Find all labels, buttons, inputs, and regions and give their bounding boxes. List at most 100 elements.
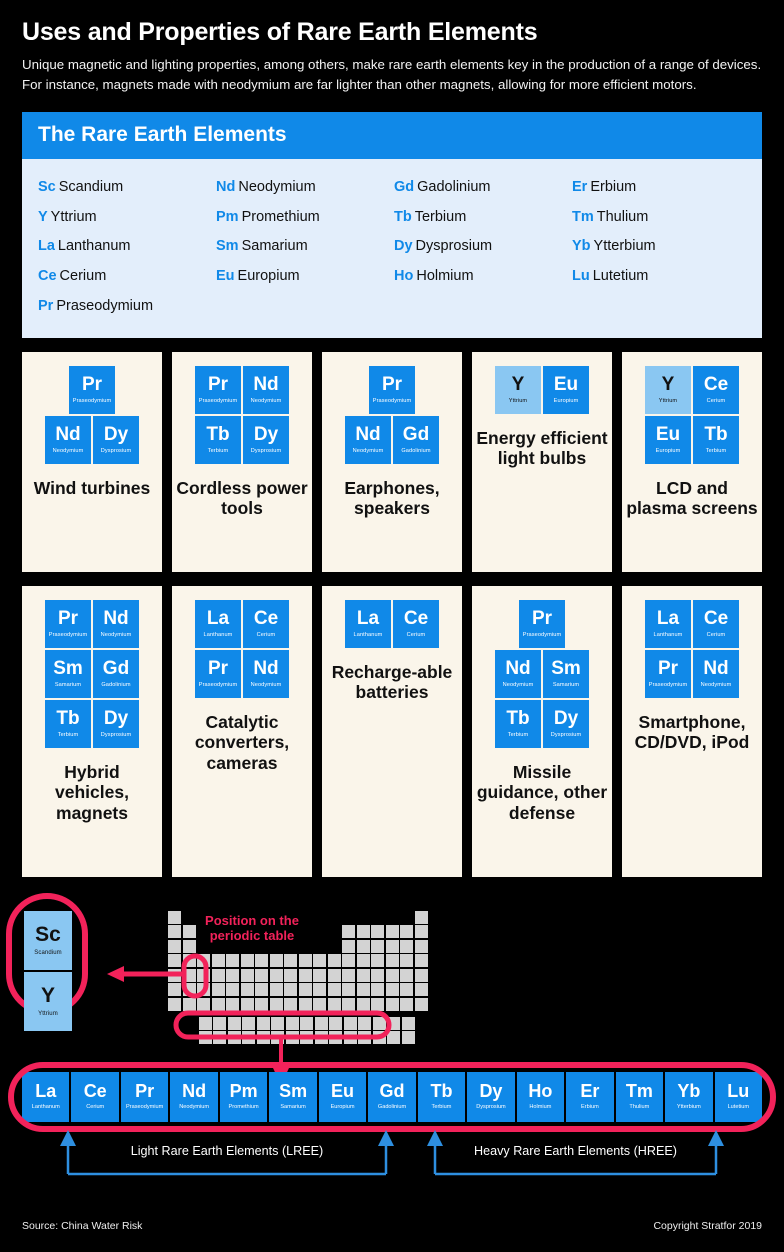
periodic-grid-cell xyxy=(300,1016,313,1030)
periodic-grid-cell xyxy=(385,983,399,997)
periodic-grid-cell xyxy=(240,954,254,968)
periodic-grid-cell xyxy=(314,1031,328,1045)
tile-name: Dysprosium xyxy=(550,731,582,738)
periodic-grid-cell xyxy=(385,939,399,953)
element-name: Thulium xyxy=(596,208,649,225)
periodic-grid-cell xyxy=(400,939,413,953)
periodic-grid-gap xyxy=(328,911,341,924)
periodic-grid-cell xyxy=(400,997,413,1011)
periodic-grid-cell xyxy=(256,1031,270,1045)
element-tile: Nd Neodymium xyxy=(693,649,739,698)
tile-symbol: Dy xyxy=(253,423,279,445)
periodic-grid-cell xyxy=(298,954,312,968)
element-tile: La Lanthanum xyxy=(195,599,241,648)
tile-row: Tb Terbium Dy Dysprosium xyxy=(495,699,589,748)
tile-symbol: Tb xyxy=(506,707,530,729)
tile-symbol: Pr xyxy=(531,607,553,629)
periodic-grid-gap xyxy=(313,925,326,938)
tile-name: Praseodymium xyxy=(48,631,88,638)
periodic-grid-cell xyxy=(414,983,428,997)
element-name: Neodymium xyxy=(238,178,316,195)
use-card[interactable]: Pr Praseodymium Nd Neodymium Sm Samarium Tb Ter… xyxy=(472,585,612,877)
use-card[interactable]: Y Yttrium Eu Europium Energy efficient light… xyxy=(472,351,612,572)
periodic-grid-cell xyxy=(314,1016,328,1030)
periodic-grid-cell xyxy=(168,954,181,968)
tile-row: La Lanthanum Ce Cerium xyxy=(645,599,739,648)
element-list-item: Pm Promethium xyxy=(216,203,390,233)
periodic-grid-cell xyxy=(211,968,225,982)
tile-name: Gadolinium xyxy=(101,681,131,688)
periodic-grid-cell xyxy=(298,968,312,982)
tile-symbol: La xyxy=(356,607,380,629)
lree-bracket-label: Light Rare Earth Elements (LREE) xyxy=(130,1143,324,1158)
tile-row: Nd Neodymium Gd Gadolinium xyxy=(345,415,439,464)
tile-row: Pr Praseodymium Nd Neodymium xyxy=(645,649,739,698)
periodic-grid-cell xyxy=(414,910,428,924)
element-name: Lanthanum xyxy=(57,238,131,255)
tile-symbol: Eu xyxy=(553,373,579,395)
periodic-grid-cell xyxy=(182,968,196,982)
periodic-grid-cell xyxy=(242,1031,255,1045)
element-list-item: Sm Samarium xyxy=(216,232,390,262)
use-card[interactable]: Y Yttrium Ce Cerium Eu Europium Tb Terbium LCD a… xyxy=(622,351,762,572)
hree-bracket-label: Heavy Rare Earth Elements (HREE) xyxy=(474,1143,677,1158)
element-tile: Gd Gadolinium xyxy=(393,415,439,464)
card-tile-group: La Lanthanum Ce Cerium Pr Praseodymium Nd Neody… xyxy=(645,599,739,698)
header: Uses and Properties of Rare Earth Elemen… xyxy=(0,0,784,96)
periodic-grid-cell xyxy=(226,954,239,968)
element-list-item: Er Erbium xyxy=(572,173,746,203)
periodic-grid-cell xyxy=(385,997,399,1011)
periodic-grid-cell xyxy=(371,968,384,982)
periodic-grid-gap xyxy=(328,925,341,938)
element-name: Ytterbium xyxy=(593,238,656,255)
element-symbol: Lu xyxy=(572,268,590,285)
tile-row: Pr Praseodymium xyxy=(519,599,565,648)
periodic-grid-cell xyxy=(356,925,370,939)
use-card[interactable]: La Lanthanum Ce Cerium Pr Praseodymium Nd Neody… xyxy=(622,585,762,877)
periodic-grid-gap xyxy=(400,911,413,924)
element-list-column: Gd Gadolinium Tb Terbium Dy Dysprosium Ho Holmi… xyxy=(394,173,568,322)
periodic-grid-cell xyxy=(400,925,413,939)
tile-symbol: La xyxy=(656,607,680,629)
periodic-grid-cell xyxy=(271,1031,284,1045)
use-card[interactable]: Pr Praseodymium Nd Neodymium Gd Gadolinium Ear… xyxy=(322,351,462,572)
use-card[interactable]: Pr Praseodymium Nd Neodymium Tb Terbium Dy Dysp… xyxy=(172,351,312,572)
card-tile-group: La Lanthanum Ce Cerium xyxy=(345,599,439,648)
element-tile: Nd Neodymium xyxy=(345,415,391,464)
periodic-grid-gap xyxy=(328,940,341,953)
periodic-grid-gap xyxy=(313,940,326,953)
use-card[interactable]: La Lanthanum Ce Cerium Recharge-able batteri… xyxy=(322,585,462,877)
tile-name: Terbium xyxy=(57,731,79,738)
periodic-grid-cell xyxy=(269,968,283,982)
tile-row: Nd Neodymium Dy Dysprosium xyxy=(45,415,139,464)
use-card[interactable]: La Lanthanum Ce Cerium Pr Praseodymium Nd Neody… xyxy=(172,585,312,877)
use-card[interactable]: Pr Praseodymium Nd Neodymium Sm Samarium Gd Gad… xyxy=(22,585,162,877)
element-tile: Tb Terbium xyxy=(45,699,91,748)
page-subtitle: Unique magnetic and lighting properties,… xyxy=(22,56,762,93)
tile-symbol: Nd xyxy=(505,657,531,679)
periodic-grid-cell xyxy=(285,1031,299,1045)
periodic-grid-cell xyxy=(372,1016,386,1030)
periodic-grid-cell xyxy=(284,954,297,968)
element-symbol: La xyxy=(38,238,55,255)
tile-symbol: Y xyxy=(511,373,525,395)
periodic-grid-cell xyxy=(342,925,355,939)
periodic-grid-gap xyxy=(313,911,326,924)
use-card-label: Recharge-able batteries xyxy=(331,661,453,703)
periodic-grid-cell xyxy=(198,1016,212,1030)
element-tile: Nd Neodymium xyxy=(243,649,289,698)
periodic-grid-cell xyxy=(182,997,196,1011)
rare-earth-elements-panel: The Rare Earth Elements Sc Scandium Y Yttri… xyxy=(22,111,762,338)
periodic-grid-cell xyxy=(342,997,355,1011)
card-tile-group: La Lanthanum Ce Cerium Pr Praseodymium Nd Neody… xyxy=(195,599,289,698)
element-symbol: Pm xyxy=(216,208,239,225)
periodic-grid-cell xyxy=(255,968,268,982)
tile-name: Neodymium xyxy=(502,681,534,688)
periodic-grid-cell xyxy=(168,968,181,982)
use-card[interactable]: Pr Praseodymium Nd Neodymium Dy Dysprosium Win… xyxy=(22,351,162,572)
tile-symbol: Tb xyxy=(704,423,728,445)
element-list-item: Ho Holmium xyxy=(394,262,568,292)
periodic-grid-cell xyxy=(256,1016,270,1030)
lanthanide-strip-zone: La Lanthanum Ce Cerium Pr Praseodymium Nd Neody… xyxy=(8,1061,776,1132)
tile-symbol: Sc xyxy=(35,923,61,947)
